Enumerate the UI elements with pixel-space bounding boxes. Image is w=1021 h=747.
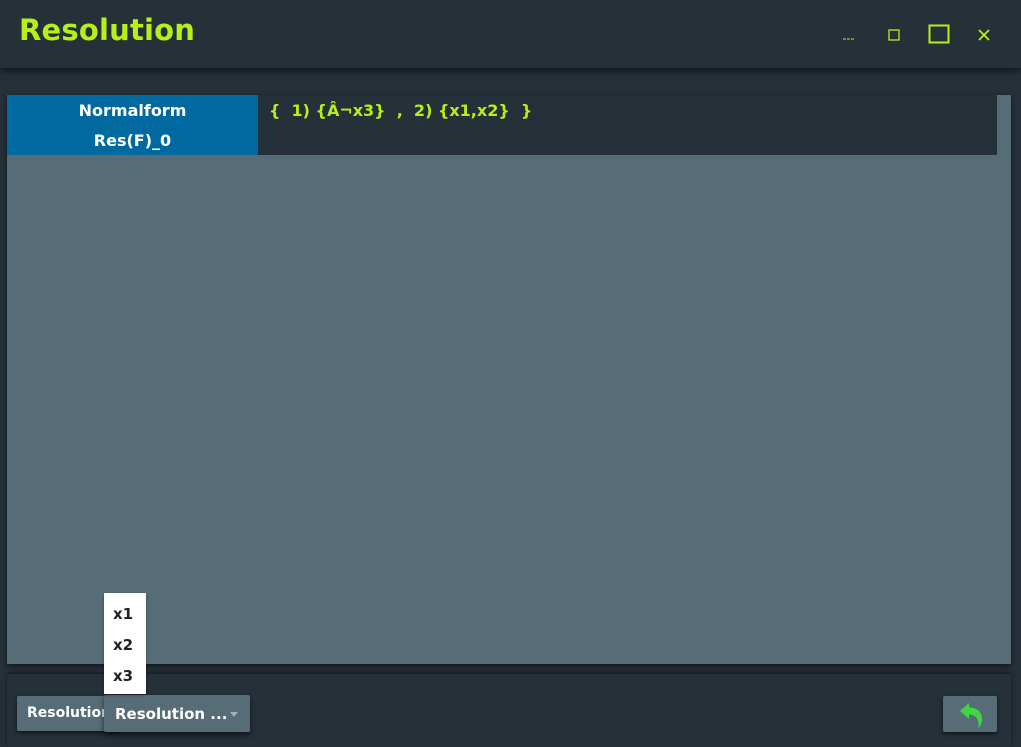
normalform-label: Normalform bbox=[78, 101, 187, 120]
minimize-icon bbox=[843, 38, 855, 40]
combobox-selected-text: Resolution ... bbox=[115, 705, 228, 723]
res-step-label: Res(F)_0 bbox=[93, 131, 172, 150]
maximize-icon bbox=[928, 24, 950, 44]
close-button[interactable] bbox=[969, 20, 999, 50]
close-icon bbox=[978, 29, 990, 41]
row-label: Normalform Res(F)_0 bbox=[7, 95, 258, 155]
restore-button[interactable] bbox=[879, 20, 909, 50]
dropdown-option-x2[interactable]: x2 bbox=[104, 627, 146, 658]
maximize-button[interactable] bbox=[924, 20, 954, 50]
window-title: Resolution bbox=[19, 13, 196, 47]
variable-dropdown-list: x1 x2 x3 bbox=[104, 593, 146, 694]
clause-set-value: { 1) {Â¬x3} , 2) {x1,x2} } bbox=[269, 101, 533, 120]
dropdown-option-x1[interactable]: x1 bbox=[104, 596, 146, 627]
variable-combobox[interactable]: Resolution ... bbox=[104, 695, 250, 732]
undo-button[interactable] bbox=[943, 696, 997, 732]
resolution-panel: Normalform Res(F)_0 { 1) {Â¬x3} , 2) {x1… bbox=[7, 95, 1011, 664]
title-bar: Resolution bbox=[0, 0, 1021, 68]
undo-arrow-icon bbox=[960, 703, 982, 728]
chevron-down-icon bbox=[230, 712, 238, 717]
dropdown-option-x3[interactable]: x3 bbox=[104, 658, 146, 689]
minimize-button[interactable] bbox=[834, 20, 864, 50]
resolution-row: Normalform Res(F)_0 { 1) {Â¬x3} , 2) {x1… bbox=[7, 95, 997, 155]
restore-icon bbox=[888, 29, 900, 41]
